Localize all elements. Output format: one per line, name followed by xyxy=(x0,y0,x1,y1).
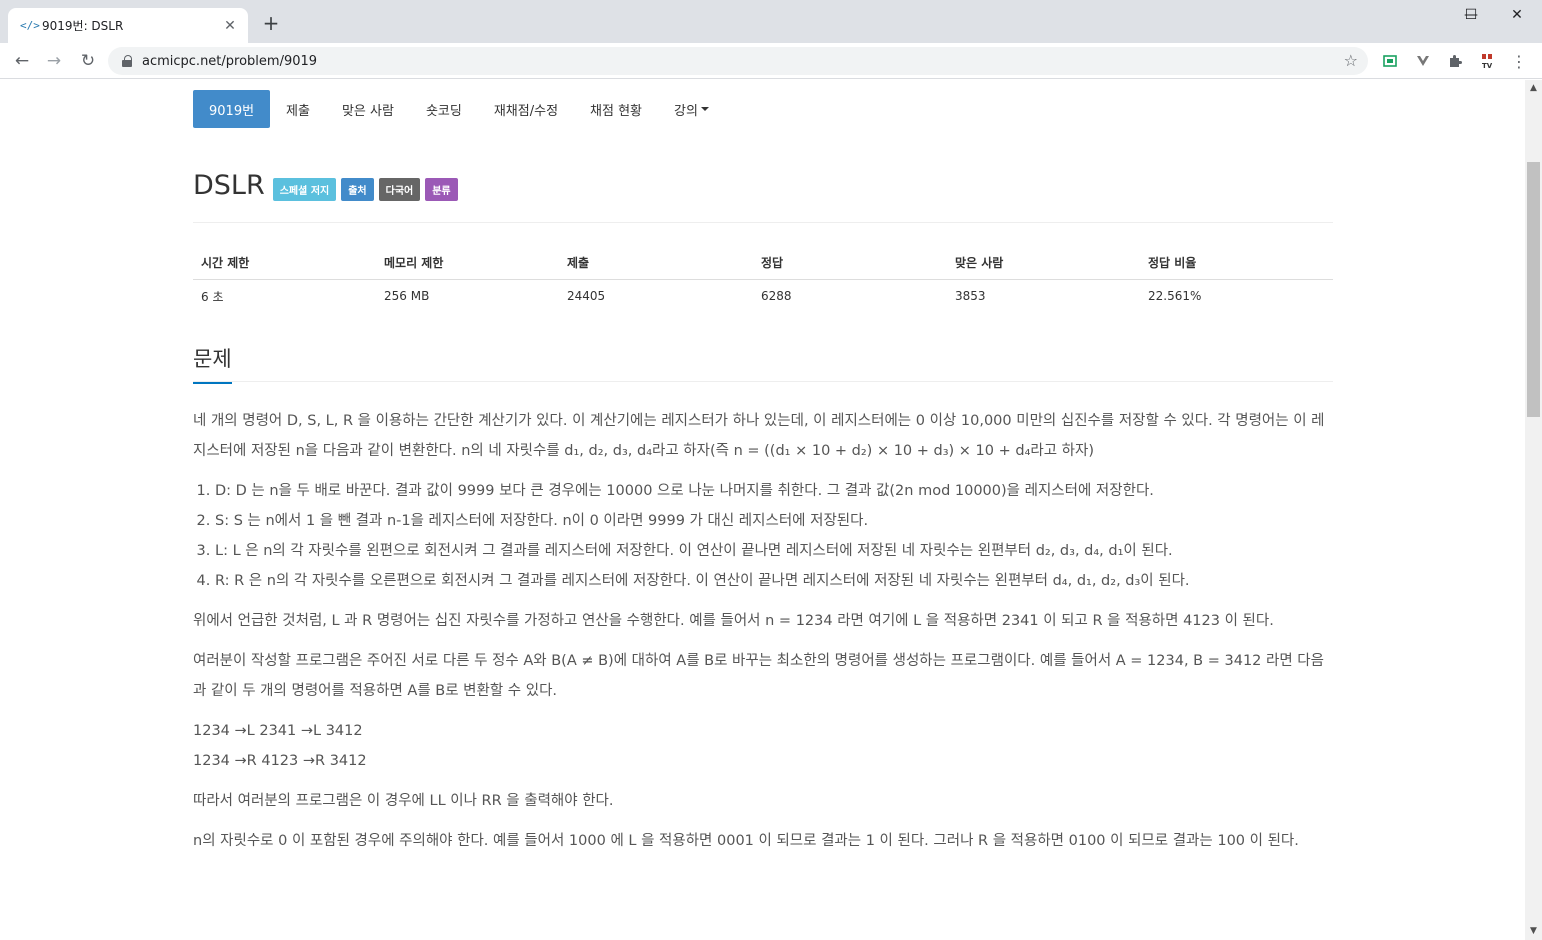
back-arrow-icon[interactable]: ← xyxy=(10,49,34,73)
list-item: L: L 은 n의 각 자릿수를 왼편으로 회전시켜 그 결과를 레지스터에 저… xyxy=(215,536,1333,566)
subnav-solved-users[interactable]: 맞은 사람 xyxy=(326,90,410,128)
extension-tv-icon[interactable]: TV xyxy=(1479,53,1495,69)
table-row: 6 초 256 MB 24405 6288 3853 22.561% xyxy=(193,279,1333,313)
browser-titlebar: </> 9019번: DSLR ✕ + — ✕ xyxy=(0,0,1542,43)
description-paragraph: n의 자릿수로 0 이 포함된 경우에 주의해야 한다. 예를 들어서 1000… xyxy=(193,833,1299,849)
reload-icon[interactable]: ↻ xyxy=(76,49,100,73)
solved-users-value: 3853 xyxy=(955,289,986,304)
multilingual-badge[interactable]: 다국어 xyxy=(378,178,421,201)
command-list: D: D 는 n을 두 배로 바꾼다. 결과 값이 9999 보다 큰 경우에는… xyxy=(215,476,1333,596)
list-item: S: S 는 n에서 1 을 뺀 결과 n-1을 레지스터에 저장한다. n이 … xyxy=(215,506,1333,536)
description-paragraph: 여러분이 작성할 프로그램은 주어진 서로 다른 두 정수 A와 B(A ≠ B… xyxy=(193,653,1324,699)
header-time-limit: 시간 제한 xyxy=(193,247,376,280)
problem-section-header: 문제 xyxy=(193,344,1333,384)
description-paragraph: 네 개의 명령어 D, S, L, R 을 이용하는 간단한 계산기가 있다. … xyxy=(193,413,1325,459)
problem-description: 네 개의 명령어 D, S, L, R 을 이용하는 간단한 계산기가 있다. … xyxy=(193,406,1333,866)
page-scrollbar[interactable]: ▲ ▼ xyxy=(1525,80,1542,940)
extension-green-icon[interactable] xyxy=(1382,53,1398,69)
problem-title: DSLR xyxy=(193,170,265,201)
title-divider xyxy=(193,222,1333,223)
subnav-problem-number[interactable]: 9019번 xyxy=(193,90,271,128)
bookmark-star-icon[interactable]: ☆ xyxy=(1344,51,1358,70)
category-badge[interactable]: 분류 xyxy=(425,178,458,201)
source-badge[interactable]: 출처 xyxy=(341,178,374,201)
header-solved-users: 맞은 사람 xyxy=(947,247,1140,280)
header-accepted: 정답 xyxy=(753,247,947,280)
accepted-value: 6288 xyxy=(761,289,792,304)
problem-info-table: 시간 제한 메모리 제한 제출 정답 맞은 사람 정답 비율 6 초 256 M… xyxy=(193,247,1333,313)
extension-v-icon[interactable] xyxy=(1415,53,1431,69)
memory-limit-value: 256 MB xyxy=(384,289,430,304)
time-limit-value: 6 초 xyxy=(201,289,224,304)
problem-subnav: 9019번 제출 맞은 사람 숏코딩 재채점/수정 채점 현황 강의 xyxy=(193,90,725,128)
extensions-puzzle-icon[interactable] xyxy=(1447,53,1463,69)
subnav-lecture-label: 강의 xyxy=(674,103,698,119)
new-tab-button[interactable]: + xyxy=(260,12,282,34)
subnav-short-coding[interactable]: 숏코딩 xyxy=(410,90,478,128)
example-line: 1234 →R 4123 →R 3412 xyxy=(193,753,367,769)
description-paragraph: 위에서 언급한 것처럼, L 과 R 명령어는 십진 자릿수를 가정하고 연산을… xyxy=(193,613,1274,629)
scrollbar-thumb[interactable] xyxy=(1527,162,1540,417)
browser-tab[interactable]: </> 9019번: DSLR ✕ xyxy=(8,8,248,43)
accept-ratio-value: 22.561% xyxy=(1148,289,1202,304)
address-bar[interactable]: acmicpc.net/problem/9019 ☆ xyxy=(108,47,1368,75)
caret-down-icon xyxy=(700,107,709,111)
subnav-lecture-dropdown[interactable]: 강의 xyxy=(658,90,725,128)
browser-toolbar: ← → ↻ acmicpc.net/problem/9019 ☆ TV ⋮ xyxy=(0,43,1542,79)
svg-text:TV: TV xyxy=(1482,62,1493,69)
header-submissions: 제출 xyxy=(559,247,753,280)
scroll-down-icon[interactable]: ▼ xyxy=(1525,923,1542,940)
maximize-button[interactable]: ☐ xyxy=(1448,0,1494,30)
site-favicon-icon: </> xyxy=(20,19,40,32)
subnav-rejudge[interactable]: 재채점/수정 xyxy=(478,90,574,128)
header-memory-limit: 메모리 제한 xyxy=(376,247,559,280)
special-judge-badge[interactable]: 스페셜 저지 xyxy=(272,178,337,201)
description-paragraph: 따라서 여러분의 프로그램은 이 경우에 LL 이나 RR 을 출력해야 한다. xyxy=(193,793,614,809)
close-tab-icon[interactable]: ✕ xyxy=(222,18,238,34)
problem-title-row: DSLR 스페셜 저지 출처 다국어 분류 xyxy=(193,168,458,204)
table-header-row: 시간 제한 메모리 제한 제출 정답 맞은 사람 정답 비율 xyxy=(193,247,1333,280)
close-window-button[interactable]: ✕ xyxy=(1494,0,1540,30)
section-divider xyxy=(193,381,1333,382)
list-item: R: R 은 n의 각 자릿수를 오른편으로 회전시켜 그 결과를 레지스터에 … xyxy=(215,566,1333,596)
submissions-value: 24405 xyxy=(567,289,606,304)
browser-menu-icon[interactable]: ⋮ xyxy=(1511,52,1527,71)
section-title: 문제 xyxy=(193,344,232,384)
header-accept-ratio: 정답 비율 xyxy=(1140,247,1333,280)
example-line: 1234 →L 2341 →L 3412 xyxy=(193,723,363,739)
url-text: acmicpc.net/problem/9019 xyxy=(142,53,318,69)
subnav-submit[interactable]: 제출 xyxy=(270,90,326,128)
list-item: D: D 는 n을 두 배로 바꾼다. 결과 값이 9999 보다 큰 경우에는… xyxy=(215,476,1333,506)
subnav-status[interactable]: 채점 현황 xyxy=(574,90,658,128)
scroll-up-icon[interactable]: ▲ xyxy=(1525,80,1542,97)
tab-title: 9019번: DSLR xyxy=(42,19,124,33)
lock-icon xyxy=(122,55,132,67)
forward-arrow-icon[interactable]: → xyxy=(42,49,66,73)
